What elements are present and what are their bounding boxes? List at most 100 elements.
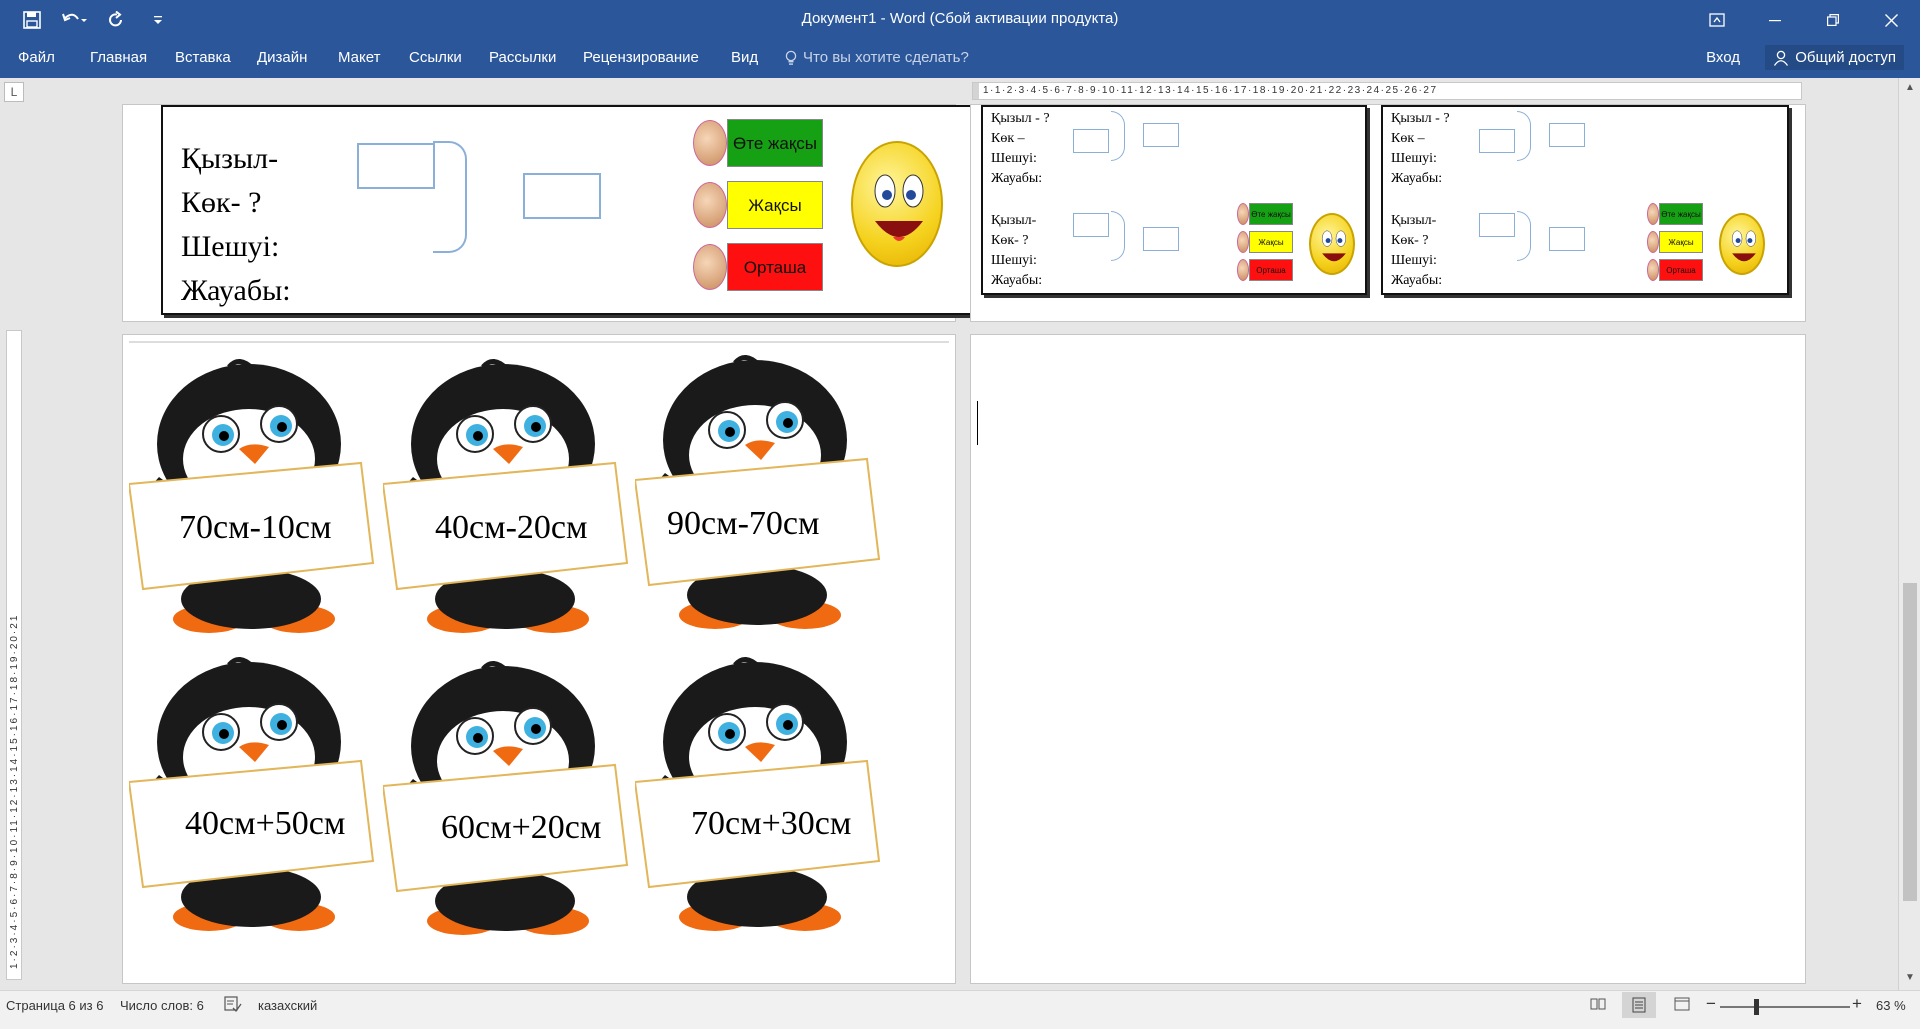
page-top-right[interactable]: Қызыл - ? Көк – Шешуі: Жауабы: Қызыл- Кө… xyxy=(970,104,1806,322)
close-icon[interactable] xyxy=(1862,0,1920,40)
user-icon xyxy=(1774,50,1789,66)
page-top-left[interactable]: Қызыл- Көк- ? Шешуі: Жауабы: Өте жақсы Ж… xyxy=(122,104,979,322)
children-icon xyxy=(1647,231,1659,253)
tab-insert[interactable]: Вставка xyxy=(175,47,231,68)
tab-layout[interactable]: Макет xyxy=(338,47,380,68)
document-canvas[interactable]: Қызыл- Көк- ? Шешуі: Жауабы: Өте жақсы Ж… xyxy=(28,104,1898,984)
task-line: Жауабы: xyxy=(1391,273,1443,288)
vertical-scrollbar[interactable]: ▲ ▼ xyxy=(1898,78,1920,990)
proofing-icon[interactable] xyxy=(224,996,242,1015)
smiley-thumbs-up-icon xyxy=(1309,213,1355,275)
zoom-out-icon[interactable]: − xyxy=(1706,994,1716,1014)
ruler-margin xyxy=(973,83,979,99)
task-lines: Қызыл - ? Көк – Шешуі: Жауабы: xyxy=(1391,109,1450,189)
children-icon xyxy=(1237,259,1249,281)
penguin-sign: 70см+30см xyxy=(633,647,885,937)
rating-excellent: Өте жақсы xyxy=(727,119,823,167)
brace-shape xyxy=(1517,111,1531,161)
penguin-icon xyxy=(127,359,375,633)
rating-row: Жақсы xyxy=(693,181,823,229)
window-controls xyxy=(1688,0,1920,40)
horizontal-ruler-numbers: 1·1·2·3·4·5·6·7·8·9·10·11·12·13·14·15·16… xyxy=(983,85,1438,96)
children-icon xyxy=(1647,259,1659,281)
tell-me-box[interactable]: Что вы хотите сделать? xyxy=(785,49,969,66)
answer-box xyxy=(1143,123,1179,147)
zoom-level[interactable]: 63 % xyxy=(1876,998,1906,1013)
brace-shape xyxy=(1517,211,1531,261)
tab-references[interactable]: Ссылки xyxy=(409,47,462,68)
tab-selector[interactable]: L xyxy=(4,82,24,102)
ribbon-display-options-icon[interactable] xyxy=(1688,0,1746,40)
task-line: Шешуі: xyxy=(1391,151,1437,166)
scroll-up-icon[interactable]: ▲ xyxy=(1903,82,1917,96)
share-button[interactable]: Общий доступ xyxy=(1765,45,1904,70)
zoom-in-icon[interactable]: + xyxy=(1852,994,1862,1014)
zoom-slider-knob[interactable] xyxy=(1754,999,1759,1015)
word-count[interactable]: Число слов: 6 xyxy=(120,998,204,1013)
rating-average: Орташа xyxy=(1659,259,1703,281)
page-count[interactable]: Страница 6 из 6 xyxy=(6,998,103,1013)
web-layout-icon[interactable] xyxy=(1674,997,1690,1014)
answer-box xyxy=(357,143,435,189)
status-bar: Страница 6 из 6 Число слов: 6 казахский … xyxy=(0,990,1920,1029)
lightbulb-icon xyxy=(785,50,797,65)
language[interactable]: казахский xyxy=(258,998,317,1013)
brace-shape xyxy=(1111,111,1125,161)
sign-in-link[interactable]: Вход xyxy=(1706,49,1740,66)
rating-excellent: Өте жақсы xyxy=(1249,203,1293,225)
tab-review[interactable]: Рецензирование xyxy=(583,47,699,68)
task-line: Шешуі: xyxy=(181,230,280,263)
children-icon xyxy=(1237,231,1249,253)
read-mode-icon[interactable] xyxy=(1590,997,1606,1014)
scroll-thumb[interactable] xyxy=(1903,583,1917,901)
restore-icon[interactable] xyxy=(1804,0,1862,40)
answer-box xyxy=(1073,213,1109,237)
task-line: Қызыл- xyxy=(1391,213,1437,228)
task-line: Жауабы: xyxy=(1391,171,1443,186)
penguin-icon xyxy=(381,661,629,935)
penguin-sign-text: 70см-10см xyxy=(179,509,332,546)
tell-me-text: Что вы хотите сделать? xyxy=(803,49,969,66)
window-title: Документ1 - Word (Сбой активации продукт… xyxy=(801,10,1119,27)
children-icon xyxy=(693,244,727,290)
brace-shape xyxy=(1111,211,1125,261)
print-layout-icon[interactable] xyxy=(1622,992,1656,1018)
text-cursor xyxy=(977,401,978,445)
scroll-down-icon[interactable]: ▼ xyxy=(1903,972,1917,986)
penguin-sign: 70см-10см xyxy=(127,349,379,639)
page-blank[interactable] xyxy=(970,334,1806,984)
task-line: Шешуі: xyxy=(991,151,1037,166)
penguin-icon xyxy=(633,657,881,931)
penguin-sign: 40см-20см xyxy=(381,349,633,639)
children-icon xyxy=(1647,203,1659,225)
page-penguins[interactable]: 70см-10см 40см-20см 90см-70см 40см+50см 60см… xyxy=(122,334,956,984)
vertical-ruler[interactable]: 1·2·3·4·5·6·7·8·9·10·11·12·13·14·15·16·1… xyxy=(6,330,22,980)
rating-row: Өте жақсы xyxy=(1237,203,1293,225)
task-line: Көк- ? xyxy=(991,233,1029,248)
minimize-icon[interactable] xyxy=(1746,0,1804,40)
tab-file[interactable]: Файл xyxy=(18,47,55,68)
answer-box xyxy=(1143,227,1179,251)
ribbon-tabs: Файл Главная Вставка Дизайн Макет Ссылки… xyxy=(0,40,1920,78)
answer-box xyxy=(1479,129,1515,153)
horizontal-ruler[interactable]: 1·1·2·3·4·5·6·7·8·9·10·11·12·13·14·15·16… xyxy=(972,82,1802,100)
penguin-sign-text: 40см-20см xyxy=(435,509,588,546)
rating-good: Жақсы xyxy=(1249,231,1293,253)
penguin-sign-text: 70см+30см xyxy=(691,805,852,842)
rating-average: Орташа xyxy=(727,243,823,291)
penguin-icon xyxy=(127,657,375,931)
tab-design[interactable]: Дизайн xyxy=(257,47,307,68)
penguin-sign-text: 60см+20см xyxy=(441,809,602,846)
task-line: Қызыл- xyxy=(991,213,1037,228)
tab-home[interactable]: Главная xyxy=(90,47,147,68)
rating-legend: Өте жақсы Жақсы Орташа xyxy=(1237,203,1293,281)
title-bar: Документ1 - Word (Сбой активации продукт… xyxy=(0,0,1920,40)
penguin-icon xyxy=(633,355,881,629)
tab-view[interactable]: Вид xyxy=(731,47,758,68)
tab-mailings[interactable]: Рассылки xyxy=(489,47,556,68)
zoom-slider[interactable] xyxy=(1720,1006,1850,1008)
task-lines: Қызыл- Көк- ? Шешуі: Жауабы: xyxy=(991,211,1042,291)
task-line: Қызыл - ? xyxy=(1391,111,1450,126)
children-icon xyxy=(1237,203,1249,225)
share-label: Общий доступ xyxy=(1795,49,1896,66)
